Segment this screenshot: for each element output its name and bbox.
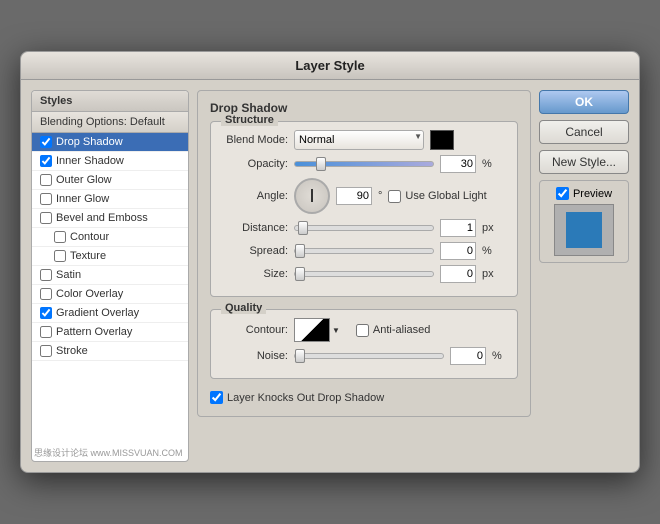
dial-indicator bbox=[311, 189, 313, 202]
gradient-overlay-checkbox[interactable] bbox=[40, 307, 52, 319]
sidebar: Styles Blending Options: Default Drop Sh… bbox=[31, 90, 189, 462]
stroke-checkbox[interactable] bbox=[40, 345, 52, 357]
right-panel: OK Cancel New Style... Preview bbox=[539, 90, 629, 462]
angle-dial[interactable] bbox=[294, 178, 330, 214]
color-overlay-checkbox[interactable] bbox=[40, 288, 52, 300]
contour-swatch[interactable] bbox=[294, 318, 330, 342]
spread-label: Spread: bbox=[223, 245, 288, 257]
noise-slider-track[interactable] bbox=[294, 353, 444, 359]
contour-wrapper: ▼ bbox=[294, 318, 340, 342]
layer-style-dialog: Layer Style Styles Blending Options: Def… bbox=[20, 51, 640, 473]
sidebar-title: Styles bbox=[32, 91, 188, 112]
use-global-light-label[interactable]: Use Global Light bbox=[388, 190, 486, 203]
use-global-light-checkbox[interactable] bbox=[388, 190, 401, 203]
anti-aliased-label[interactable]: Anti-aliased bbox=[356, 324, 430, 337]
watermark: 思缘设计论坛 www.MISSVUAN.COM bbox=[34, 446, 183, 459]
blend-mode-select[interactable]: Normal Multiply Screen Overlay bbox=[294, 130, 424, 150]
sidebar-item-inner-glow[interactable]: Inner Glow bbox=[32, 190, 188, 209]
sidebar-item-inner-shadow[interactable]: Inner Shadow bbox=[32, 152, 188, 171]
inner-shadow-checkbox[interactable] bbox=[40, 155, 52, 167]
size-slider-thumb[interactable] bbox=[295, 267, 305, 281]
sidebar-item-bevel-emboss[interactable]: Bevel and Emboss bbox=[32, 209, 188, 228]
drop-shadow-section-title: Drop Shadow bbox=[210, 101, 518, 115]
preview-checkbox[interactable] bbox=[556, 187, 569, 200]
contour-checkbox[interactable] bbox=[54, 231, 66, 243]
opacity-slider-track[interactable] bbox=[294, 161, 434, 167]
main-panel: Drop Shadow Structure Blend Mode: Normal… bbox=[197, 90, 531, 462]
noise-input[interactable] bbox=[450, 347, 486, 365]
sidebar-item-color-overlay[interactable]: Color Overlay bbox=[32, 285, 188, 304]
layer-knocks-out-row: Layer Knocks Out Drop Shadow bbox=[210, 387, 518, 408]
spread-input[interactable] bbox=[440, 242, 476, 260]
size-label: Size: bbox=[223, 268, 288, 280]
size-slider-track[interactable] bbox=[294, 271, 434, 277]
bevel-emboss-checkbox[interactable] bbox=[40, 212, 52, 224]
distance-input[interactable] bbox=[440, 219, 476, 237]
texture-checkbox[interactable] bbox=[54, 250, 66, 262]
layer-knocks-out-checkbox[interactable] bbox=[210, 391, 223, 404]
sidebar-item-gradient-overlay[interactable]: Gradient Overlay bbox=[32, 304, 188, 323]
structure-section: Structure Blend Mode: Normal Multiply Sc… bbox=[210, 121, 518, 297]
ok-button[interactable]: OK bbox=[539, 90, 629, 114]
quality-section: Quality Contour: ▼ Anti-aliased bbox=[210, 309, 518, 379]
cancel-button[interactable]: Cancel bbox=[539, 120, 629, 144]
preview-section: Preview bbox=[539, 180, 629, 263]
noise-slider-thumb[interactable] bbox=[295, 349, 305, 363]
spread-unit: % bbox=[482, 245, 492, 257]
opacity-label: Opacity: bbox=[223, 158, 288, 170]
distance-label: Distance: bbox=[223, 222, 288, 234]
size-unit: px bbox=[482, 268, 494, 280]
preview-label: Preview bbox=[546, 187, 622, 200]
angle-row: Angle: ° Use Global Light bbox=[223, 178, 505, 214]
opacity-input[interactable] bbox=[440, 155, 476, 173]
outer-glow-checkbox[interactable] bbox=[40, 174, 52, 186]
sidebar-item-pattern-overlay[interactable]: Pattern Overlay bbox=[32, 323, 188, 342]
angle-degree: ° bbox=[378, 190, 382, 202]
sidebar-blending-options[interactable]: Blending Options: Default bbox=[32, 112, 188, 133]
blend-mode-row: Blend Mode: Normal Multiply Screen Overl… bbox=[223, 130, 505, 150]
sidebar-item-satin[interactable]: Satin bbox=[32, 266, 188, 285]
structure-title: Structure bbox=[221, 114, 278, 126]
opacity-slider-thumb[interactable] bbox=[316, 157, 326, 171]
inner-glow-checkbox[interactable] bbox=[40, 193, 52, 205]
blend-color-swatch[interactable] bbox=[430, 130, 454, 150]
contour-row: Contour: ▼ Anti-aliased bbox=[223, 318, 505, 342]
noise-unit: % bbox=[492, 350, 502, 362]
preview-square bbox=[566, 212, 602, 248]
dialog-title: Layer Style bbox=[21, 52, 639, 80]
layer-knocks-out-label[interactable]: Layer Knocks Out Drop Shadow bbox=[210, 391, 518, 404]
spread-slider-track[interactable] bbox=[294, 248, 434, 254]
distance-unit: px bbox=[482, 222, 494, 234]
new-style-button[interactable]: New Style... bbox=[539, 150, 629, 174]
preview-canvas bbox=[554, 204, 614, 256]
distance-slider-track[interactable] bbox=[294, 225, 434, 231]
satin-checkbox[interactable] bbox=[40, 269, 52, 281]
opacity-row: Opacity: % bbox=[223, 155, 505, 173]
contour-dropdown-arrow[interactable]: ▼ bbox=[332, 326, 340, 335]
noise-row: Noise: % bbox=[223, 347, 505, 365]
quality-title: Quality bbox=[221, 302, 266, 314]
blend-mode-wrapper: Normal Multiply Screen Overlay bbox=[294, 130, 424, 150]
sidebar-item-texture[interactable]: Texture bbox=[32, 247, 188, 266]
contour-label: Contour: bbox=[223, 324, 288, 336]
spread-row: Spread: % bbox=[223, 242, 505, 260]
sidebar-item-stroke[interactable]: Stroke bbox=[32, 342, 188, 361]
distance-slider-thumb[interactable] bbox=[298, 221, 308, 235]
size-input[interactable] bbox=[440, 265, 476, 283]
spread-slider-thumb[interactable] bbox=[295, 244, 305, 258]
opacity-unit: % bbox=[482, 158, 492, 170]
noise-label: Noise: bbox=[223, 350, 288, 362]
angle-label: Angle: bbox=[223, 190, 288, 202]
sidebar-item-outer-glow[interactable]: Outer Glow bbox=[32, 171, 188, 190]
anti-aliased-checkbox[interactable] bbox=[356, 324, 369, 337]
sidebar-item-contour[interactable]: Contour bbox=[32, 228, 188, 247]
sidebar-item-drop-shadow[interactable]: Drop Shadow bbox=[32, 133, 188, 152]
pattern-overlay-checkbox[interactable] bbox=[40, 326, 52, 338]
drop-shadow-section: Drop Shadow Structure Blend Mode: Normal… bbox=[197, 90, 531, 417]
size-row: Size: px bbox=[223, 265, 505, 283]
angle-input[interactable] bbox=[336, 187, 372, 205]
blend-mode-label: Blend Mode: bbox=[223, 134, 288, 146]
drop-shadow-checkbox[interactable] bbox=[40, 136, 52, 148]
distance-row: Distance: px bbox=[223, 219, 505, 237]
